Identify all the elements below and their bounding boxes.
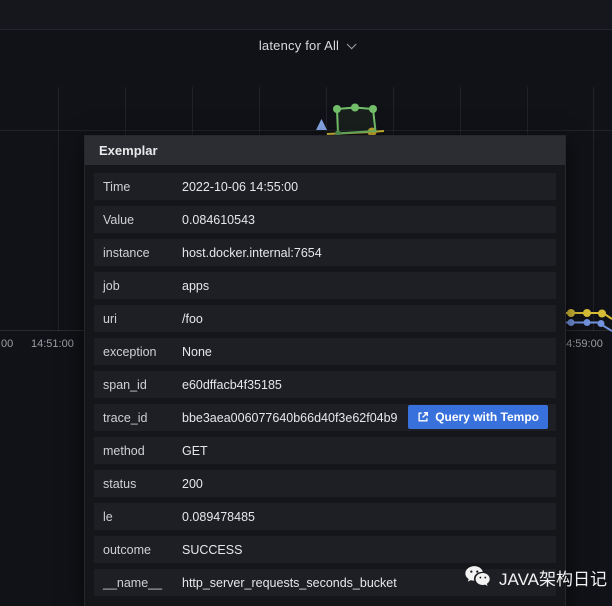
row-label: status xyxy=(103,477,182,491)
row-value: 0.084610543 xyxy=(182,213,255,227)
row-label: Time xyxy=(103,180,182,194)
row-value: host.docker.internal:7654 xyxy=(182,246,322,260)
row-value: bbe3aea006077640b66d40f3e62f04b9 xyxy=(182,411,398,425)
yellow-series-line-right xyxy=(563,309,612,319)
row-value: e60dffacb4f35185 xyxy=(182,378,282,392)
row-value: 0.089478485 xyxy=(182,510,255,524)
exemplar-row-le: le 0.089478485 xyxy=(94,503,556,530)
row-label: trace_id xyxy=(103,411,182,425)
row-label: outcome xyxy=(103,543,182,557)
row-value: 2022-10-06 14:55:00 xyxy=(182,180,298,194)
x-axis-tick-1459: 14:59:00 xyxy=(560,338,603,350)
exemplar-tooltip-title: Exemplar xyxy=(85,136,565,165)
row-label: job xyxy=(103,279,182,293)
exemplar-row-method: method GET xyxy=(94,437,556,464)
exemplar-tooltip: Exemplar Time 2022-10-06 14:55:00 Value … xyxy=(84,135,566,606)
x-axis-tick-1451: 14:51:00 xyxy=(31,338,74,350)
exemplar-tooltip-body: Time 2022-10-06 14:55:00 Value 0.0846105… xyxy=(85,165,565,596)
row-label: span_id xyxy=(103,378,182,392)
exemplar-row-instance: instance host.docker.internal:7654 xyxy=(94,239,556,266)
exemplar-row-outcome: outcome SUCCESS xyxy=(94,536,556,563)
row-value: http_server_requests_seconds_bucket xyxy=(182,576,397,590)
exemplar-row-exception: exception None xyxy=(94,338,556,365)
exemplar-row-span-id: span_id e60dffacb4f35185 xyxy=(94,371,556,398)
row-label: le xyxy=(103,510,182,524)
exemplar-row-job: job apps xyxy=(94,272,556,299)
exemplar-row-trace-id: trace_id bbe3aea006077640b66d40f3e62f04b… xyxy=(94,404,556,431)
exemplar-row-value: Value 0.084610543 xyxy=(94,206,556,233)
exemplar-row-uri: uri /foo xyxy=(94,305,556,332)
query-with-tempo-button[interactable]: Query with Tempo xyxy=(408,405,548,429)
wechat-icon xyxy=(464,565,492,589)
query-with-tempo-label: Query with Tempo xyxy=(435,410,539,424)
watermark: JAVA架构日记 xyxy=(464,561,607,593)
row-label: exception xyxy=(103,345,182,359)
row-value: SUCCESS xyxy=(182,543,242,557)
grafana-panel-view: latency for All xyxy=(0,0,612,606)
row-value: /foo xyxy=(182,312,203,326)
green-series-line xyxy=(333,104,377,137)
row-label: uri xyxy=(103,312,182,326)
row-label: method xyxy=(103,444,182,458)
watermark-text: JAVA架构日记 xyxy=(499,565,607,590)
row-value: 200 xyxy=(182,477,203,491)
row-label: __name__ xyxy=(103,576,182,590)
x-axis-tick-partial: 00 xyxy=(1,338,13,350)
exemplar-triangle-marker[interactable] xyxy=(316,119,327,130)
row-label: Value xyxy=(103,213,182,227)
exemplar-row-status: status 200 xyxy=(94,470,556,497)
row-value: GET xyxy=(182,444,208,458)
row-value: None xyxy=(182,345,212,359)
external-link-icon xyxy=(417,411,429,423)
blue-series-line-right xyxy=(563,319,612,331)
exemplar-row-time: Time 2022-10-06 14:55:00 xyxy=(94,173,556,200)
row-value: apps xyxy=(182,279,209,293)
row-label: instance xyxy=(103,246,182,260)
